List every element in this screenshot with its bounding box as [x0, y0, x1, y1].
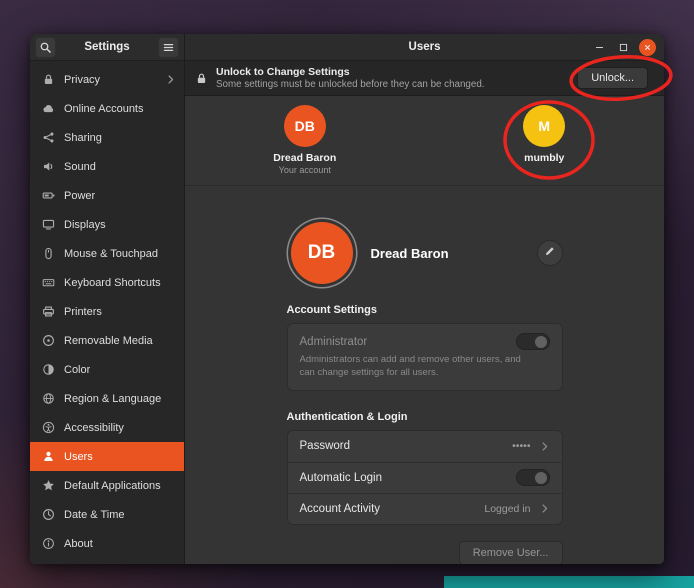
- administrator-label: Administrator: [300, 336, 368, 348]
- user-avatar[interactable]: DB: [284, 105, 326, 147]
- unlock-button[interactable]: Unlock...: [577, 67, 648, 89]
- sidebar-item-sharing[interactable]: Sharing: [30, 123, 184, 152]
- unlock-banner-text: Unlock to Change Settings Some settings …: [216, 66, 569, 90]
- sidebar-item-online-accounts[interactable]: Online Accounts: [30, 94, 184, 123]
- chevron-right-icon: [539, 503, 550, 514]
- toggle-knob: [535, 336, 547, 348]
- automatic-login-toggle[interactable]: [516, 469, 550, 486]
- desktop-background: Settings Privacy Online Accounts Sharing…: [0, 0, 694, 588]
- user-name: Dread Baron: [273, 152, 336, 164]
- sidebar: Settings Privacy Online Accounts Sharing…: [30, 34, 185, 564]
- menu-icon[interactable]: [158, 37, 179, 58]
- sidebar-item-sound[interactable]: Sound: [30, 152, 184, 181]
- sidebar-item-removable-media[interactable]: Removable Media: [30, 326, 184, 355]
- settings-window: Settings Privacy Online Accounts Sharing…: [30, 34, 664, 564]
- unlock-banner: Unlock to Change Settings Some settings …: [185, 61, 664, 96]
- chevron-right-icon: [539, 441, 550, 452]
- sidebar-item-keyboard-shortcuts[interactable]: Keyboard Shortcuts: [30, 268, 184, 297]
- main-panel: DB Dread Baron Account Settings Administ…: [185, 186, 664, 564]
- automatic-login-row: Automatic Login: [288, 462, 562, 493]
- lock-icon: [42, 73, 55, 86]
- window-controls: [591, 39, 664, 56]
- desktop-teal-strip: [444, 576, 694, 588]
- lock-icon: [195, 72, 208, 85]
- globe-icon: [42, 392, 55, 405]
- chevron-right-icon: [165, 74, 176, 85]
- info-icon: [42, 537, 55, 550]
- unlock-banner-title: Unlock to Change Settings: [216, 66, 569, 78]
- sidebar-header: Settings: [30, 34, 184, 61]
- edit-name-button[interactable]: [537, 240, 563, 266]
- administrator-description: Administrators can add and remove other …: [300, 354, 550, 380]
- color-icon: [42, 363, 55, 376]
- share-icon: [42, 131, 55, 144]
- sidebar-item-default-applications[interactable]: Default Applications: [30, 471, 184, 500]
- users-icon: [42, 450, 55, 463]
- toggle-knob: [535, 472, 547, 484]
- sidebar-item-users[interactable]: Users: [30, 442, 184, 471]
- minimize-icon[interactable]: [591, 39, 607, 55]
- maximize-icon[interactable]: [615, 39, 631, 55]
- power-icon: [42, 189, 55, 202]
- keyboard-icon: [42, 276, 55, 289]
- sidebar-item-accessibility[interactable]: Accessibility: [30, 413, 184, 442]
- account-activity-row[interactable]: Account Activity Logged in: [288, 493, 562, 524]
- sidebar-item-color[interactable]: Color: [30, 355, 184, 384]
- user-name: mumbly: [524, 152, 564, 164]
- auth-login-card: Password ••••• Automatic Login Account A…: [287, 430, 563, 525]
- close-icon[interactable]: [639, 39, 656, 56]
- profile-name: Dread Baron: [371, 246, 537, 261]
- account-activity-value: Logged in: [484, 503, 530, 515]
- carousel-user-mumbly[interactable]: M mumbly: [425, 96, 665, 164]
- remove-user-button[interactable]: Remove User...: [459, 541, 563, 564]
- account-settings-card: Administrator Administrators can add and…: [287, 323, 563, 391]
- search-icon[interactable]: [35, 37, 56, 58]
- password-value: •••••: [512, 440, 530, 452]
- unlock-banner-subtitle: Some settings must be unlocked before th…: [216, 79, 569, 90]
- clock-icon: [42, 508, 55, 521]
- headerbar: Users: [185, 34, 664, 61]
- sidebar-item-printers[interactable]: Printers: [30, 297, 184, 326]
- app-title: Settings: [56, 41, 158, 53]
- sidebar-item-date-time[interactable]: Date & Time: [30, 500, 184, 529]
- pencil-icon: [544, 244, 556, 262]
- profile-row: DB Dread Baron: [287, 222, 563, 284]
- auth-login-heading: Authentication & Login: [287, 411, 563, 423]
- printer-icon: [42, 305, 55, 318]
- profile-avatar: DB: [291, 222, 353, 284]
- content-pane: Users Unlock to Change Settings Some set…: [185, 34, 664, 564]
- account-settings-heading: Account Settings: [287, 304, 563, 316]
- carousel-user-dread-baron[interactable]: DB Dread Baron Your account: [185, 96, 425, 175]
- sidebar-item-power[interactable]: Power: [30, 181, 184, 210]
- user-subtitle: Your account: [279, 165, 331, 175]
- administrator-toggle[interactable]: [516, 333, 550, 350]
- accessibility-icon: [42, 421, 55, 434]
- displays-icon: [42, 218, 55, 231]
- sidebar-nav: Privacy Online Accounts Sharing Sound Po…: [30, 61, 184, 564]
- sound-icon: [42, 160, 55, 173]
- password-label: Password: [300, 440, 513, 452]
- sidebar-item-mouse-touchpad[interactable]: Mouse & Touchpad: [30, 239, 184, 268]
- sidebar-item-privacy[interactable]: Privacy: [30, 65, 184, 94]
- user-avatar[interactable]: M: [523, 105, 565, 147]
- mouse-icon: [42, 247, 55, 260]
- disc-icon: [42, 334, 55, 347]
- user-carousel: DB Dread Baron Your account M mumbly: [185, 96, 664, 186]
- sidebar-item-about[interactable]: About: [30, 529, 184, 558]
- cloud-icon: [42, 102, 55, 115]
- automatic-login-label: Automatic Login: [300, 472, 516, 484]
- sidebar-item-displays[interactable]: Displays: [30, 210, 184, 239]
- star-icon: [42, 479, 55, 492]
- account-activity-label: Account Activity: [300, 503, 485, 515]
- password-row[interactable]: Password •••••: [288, 431, 562, 462]
- sidebar-item-region-language[interactable]: Region & Language: [30, 384, 184, 413]
